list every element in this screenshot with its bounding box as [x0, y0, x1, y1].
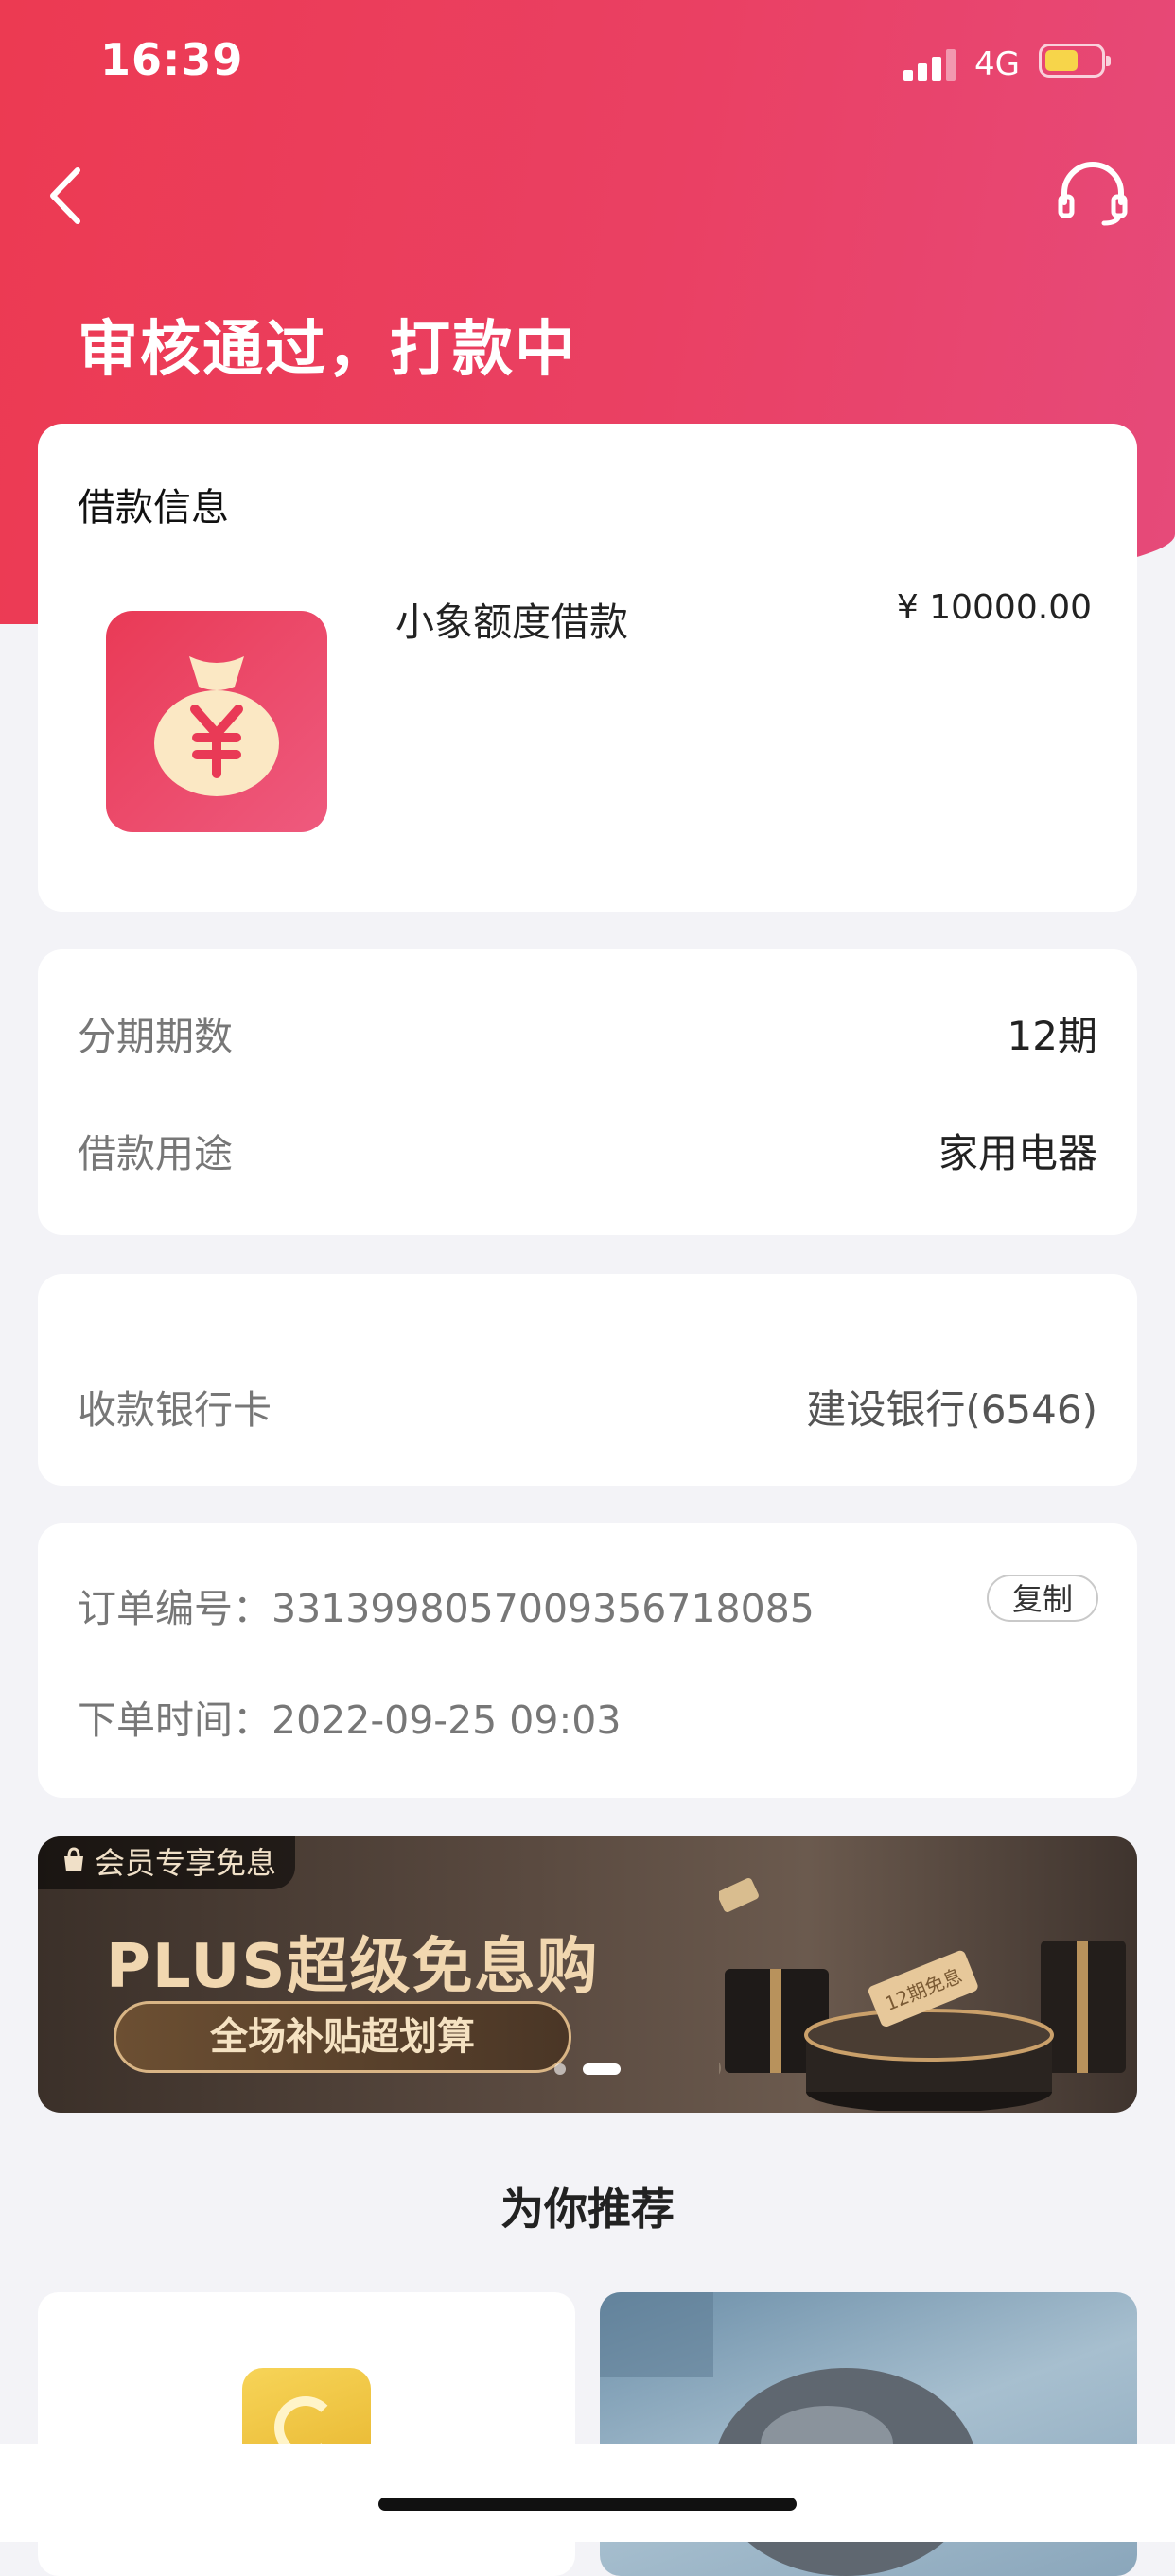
- home-indicator[interactable]: [378, 2498, 797, 2511]
- installment-count-value: 12期: [1007, 1013, 1097, 1059]
- loan-purpose-value: 家用电器: [938, 1130, 1097, 1176]
- carousel-dot-1[interactable]: [554, 2063, 566, 2075]
- headset-icon: [1058, 162, 1128, 226]
- cellular-signal-icon: [903, 49, 956, 81]
- back-button[interactable]: [42, 163, 98, 229]
- order-time-row: 下单时间：2022-09-25 09:03: [78, 1688, 621, 1745]
- customer-service-button[interactable]: [1055, 161, 1131, 227]
- money-bag-icon: [106, 611, 327, 832]
- loan-terms-card: 分期期数 12期 借款用途 家用电器: [38, 949, 1137, 1235]
- banner-subtitle: 全场补贴超划算: [114, 2001, 571, 2073]
- battery-icon: [1039, 44, 1111, 78]
- product-name: 小象额度借款: [395, 600, 628, 645]
- network-type: 4G: [974, 45, 1020, 83]
- order-time-label: 下单时间：: [78, 1697, 272, 1743]
- installment-count-label: 分期期数: [78, 1014, 233, 1059]
- order-number-row: 订单编号：3313998057009356718085: [78, 1576, 815, 1633]
- status-bar: 16:39 4G: [0, 0, 1175, 128]
- carousel-dot-2-active[interactable]: [583, 2063, 621, 2075]
- order-number: 3313998057009356718085: [272, 1586, 815, 1631]
- home-indicator-bar: [0, 2444, 1175, 2542]
- plus-promo-banner[interactable]: 会员专享免息 PLUS超级免息购 全场补贴超划算 12期免息: [38, 1836, 1137, 2113]
- order-info-card: 订单编号：3313998057009356718085 复制 下单时间：2022…: [38, 1523, 1137, 1798]
- member-tag: 会员专享免息: [38, 1836, 295, 1889]
- gift-podium-illustration: 12期免息: [719, 1877, 1126, 2111]
- page-title: 审核通过，打款中: [78, 315, 577, 385]
- bank-card-label: 收款银行卡: [78, 1387, 272, 1433]
- gift-bag-icon: [59, 1838, 89, 1891]
- bank-card-value: 建设银行(6546): [806, 1386, 1097, 1433]
- loan-info-title: 借款信息: [78, 486, 229, 530]
- banner-title: PLUS超级免息购: [106, 1932, 600, 2002]
- bank-card-row: 收款银行卡 建设银行(6546): [38, 1274, 1137, 1486]
- order-number-label: 订单编号：: [78, 1586, 272, 1631]
- order-time: 2022-09-25 09:03: [272, 1697, 622, 1743]
- copy-button[interactable]: 复制: [987, 1575, 1098, 1622]
- member-tag-text: 会员专享免息: [95, 1845, 277, 1881]
- status-time: 16:39: [100, 34, 244, 85]
- loan-info-card: 借款信息 小象额度借款 ¥ 10000.00: [38, 424, 1137, 912]
- loan-purpose-label: 借款用途: [78, 1131, 233, 1176]
- recommend-title: 为你推荐: [500, 2184, 675, 2235]
- chevron-left-icon: [50, 167, 80, 224]
- loan-amount: ¥ 10000.00: [896, 588, 1092, 627]
